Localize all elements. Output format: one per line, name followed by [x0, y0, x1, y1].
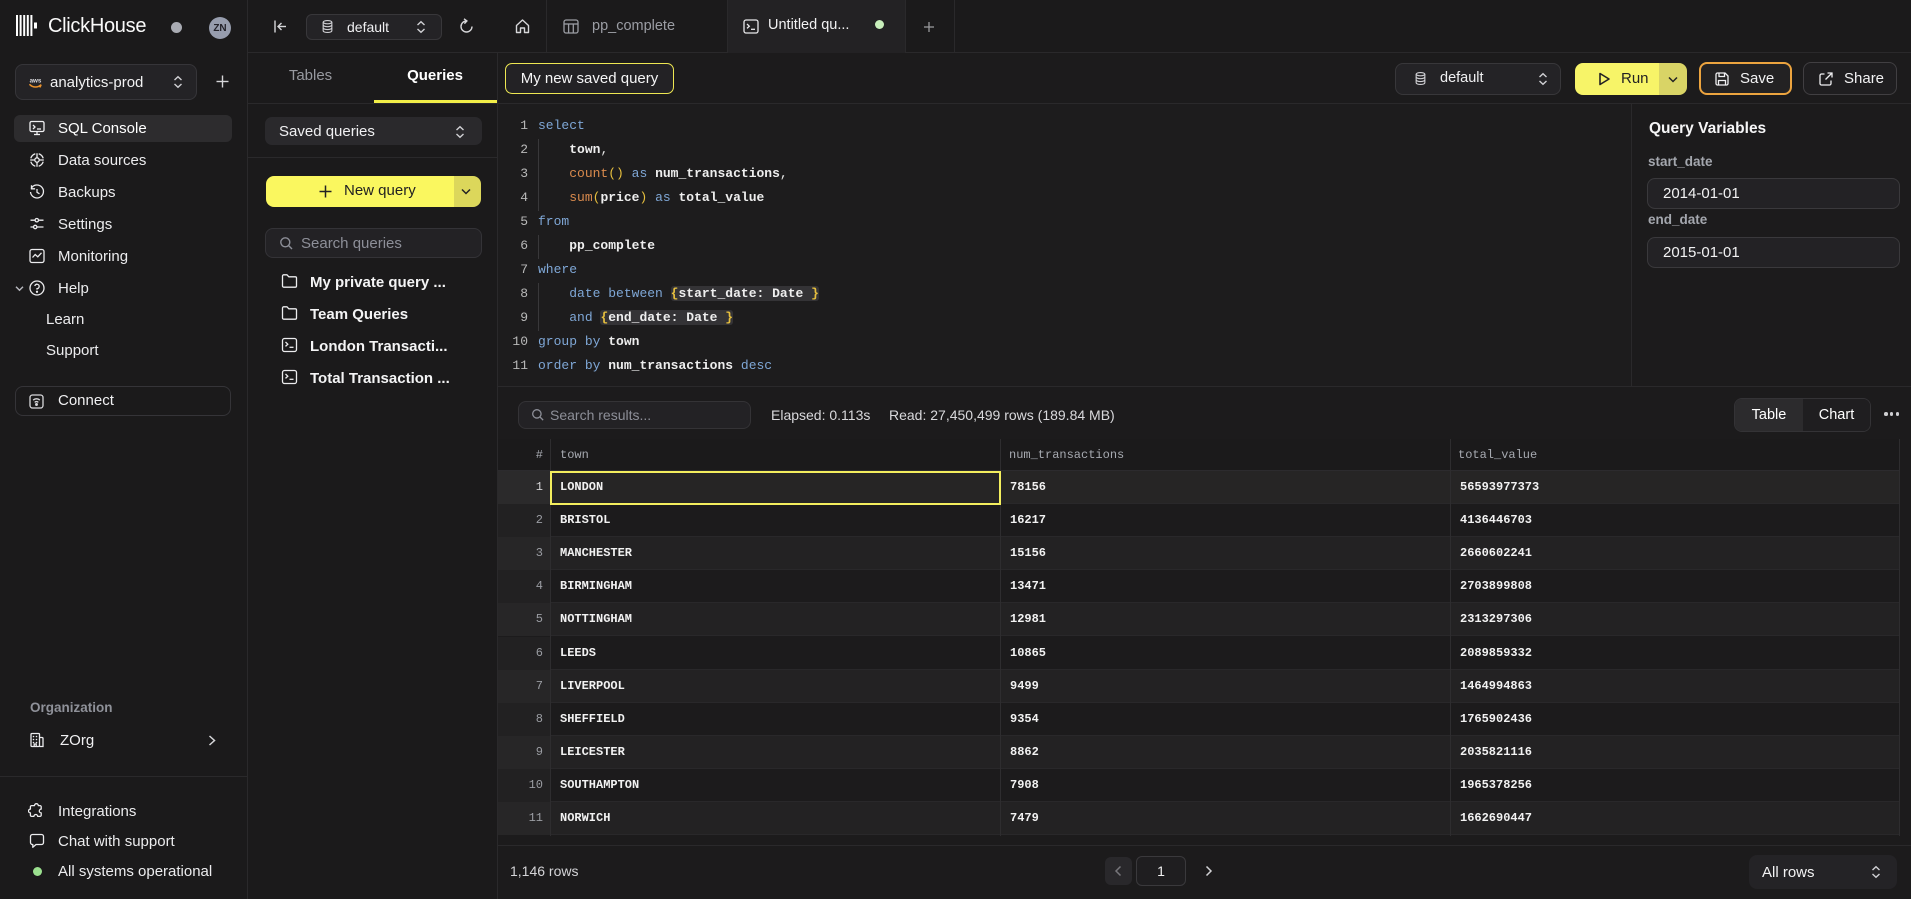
svg-text:aws: aws [30, 78, 42, 85]
